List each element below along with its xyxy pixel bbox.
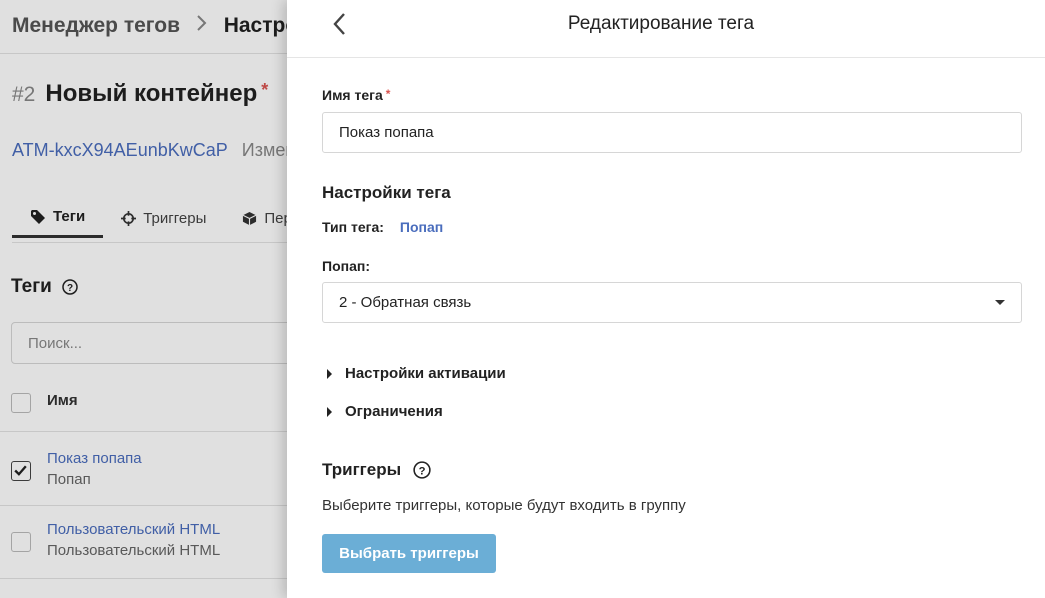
tag-type-row: Тип тега: Попап: [322, 219, 443, 235]
tag-name-label-text: Имя тега: [322, 87, 383, 103]
triggers-description: Выберите триггеры, которые будут входить…: [322, 497, 686, 514]
restrictions-label: Ограничения: [345, 403, 443, 420]
triggers-section-title: Триггеры ?: [322, 460, 431, 480]
caret-down-icon: [995, 300, 1005, 305]
modal-overlay[interactable]: [0, 0, 287, 598]
restrictions-toggle[interactable]: Ограничения: [327, 403, 443, 420]
triggers-title: Триггеры: [322, 460, 402, 479]
popup-select[interactable]: 2 - Обратная связь: [322, 282, 1022, 323]
tag-type-value[interactable]: Попап: [400, 219, 443, 235]
svg-text:?: ?: [419, 466, 426, 478]
tag-name-label: Имя тега *: [322, 87, 390, 103]
popup-selected-value: 2 - Обратная связь: [339, 294, 472, 311]
required-mark: *: [385, 87, 391, 101]
caret-right-icon: [327, 368, 332, 379]
edit-tag-drawer: Редактирование тега Имя тега * Показ попа…: [287, 0, 1045, 598]
drawer-header: Редактирование тега: [287, 0, 1045, 58]
activation-settings-label: Настройки активации: [345, 365, 506, 382]
tag-name-input[interactable]: Показ попапа: [322, 112, 1022, 153]
caret-right-icon: [327, 406, 332, 417]
choose-triggers-button[interactable]: Выбрать триггеры: [322, 534, 496, 573]
tag-name-value: Показ попапа: [339, 124, 434, 141]
drawer-title: Редактирование тега: [567, 13, 755, 34]
tag-settings-title: Настройки тега: [322, 183, 451, 202]
popup-label: Попап:: [322, 258, 370, 274]
activation-settings-toggle[interactable]: Настройки активации: [327, 365, 506, 382]
help-icon[interactable]: ?: [413, 461, 431, 479]
tag-type-label: Тип тега:: [322, 219, 384, 235]
